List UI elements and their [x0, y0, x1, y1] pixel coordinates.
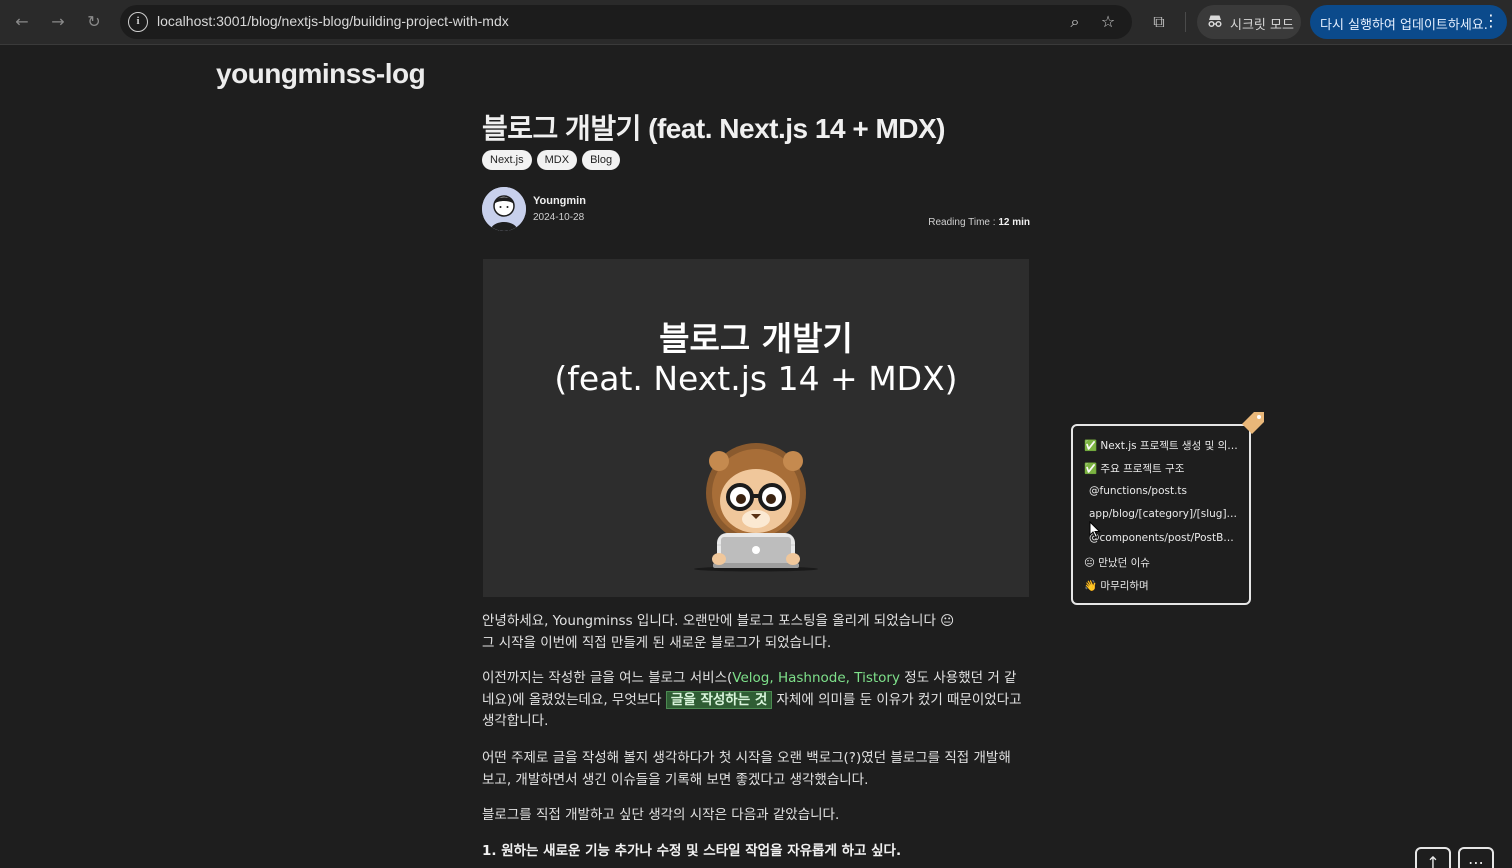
- table-of-contents: ✅ Next.js 프로젝트 생성 및 의존... ✅ 주요 프로젝트 구조 @…: [1071, 424, 1251, 605]
- reading-time-value: 12 min: [998, 217, 1030, 228]
- bookmark-star-icon[interactable]: ☆: [1097, 11, 1119, 33]
- avatar: [482, 187, 526, 231]
- intro-paragraph: 안녕하세요, Youngminss 입니다. 오랜만에 블로그 포스팅을 올리게…: [482, 611, 1027, 654]
- tag-mdx[interactable]: MDX: [536, 150, 578, 170]
- menu-grid-button[interactable]: ⋯: [1458, 847, 1494, 868]
- arrow-up-icon: ↑: [1426, 853, 1440, 868]
- reason-list-item: 1. 원하는 새로운 기능 추가나 수정 및 스타일 작업을 자유롭게 하고 싶…: [482, 843, 902, 859]
- url-text[interactable]: localhost:3001/blog/nextjs-blog/building…: [157, 13, 509, 29]
- zoom-icon[interactable]: ⌕: [1064, 11, 1086, 33]
- reading-time: Reading Time : 12 min: [880, 217, 1030, 228]
- toc-item-project-structure[interactable]: ✅ 주요 프로젝트 구조: [1084, 461, 1244, 476]
- toolbar-divider: [1185, 12, 1186, 32]
- avatar-illustration: [482, 187, 526, 231]
- intro-line-2: 그 시작을 이번에 직접 만들게 된 새로운 블로그가 되었습니다.: [482, 634, 832, 651]
- post-title: 블로그 개발기 (feat. Next.js 14 + MDX): [482, 113, 946, 144]
- incognito-badge[interactable]: 시크릿 모드: [1197, 5, 1301, 39]
- highlighted-phrase: 글을 작성하는 것: [665, 690, 773, 709]
- services-paragraph: 이전까지는 작성한 글을 여느 블로그 서비스(Velog, Hashnode,…: [482, 668, 1027, 733]
- incognito-label: 시크릿 모드: [1230, 18, 1294, 33]
- reload-icon[interactable]: ↻: [82, 10, 106, 34]
- forward-icon[interactable]: →: [46, 10, 70, 34]
- services-list: Velog, Hashnode, Tistory: [732, 670, 900, 686]
- extensions-icon[interactable]: ⧉: [1147, 10, 1171, 34]
- toc-item-post-components[interactable]: @components/post/PostBo...: [1089, 532, 1239, 544]
- cover-image: 블로그 개발기 (feat. Next.js 14 + MDX): [483, 259, 1029, 597]
- browser-toolbar: ← → ↻ i localhost:3001/blog/nextjs-blog/…: [0, 0, 1512, 45]
- post-date: 2024-10-28: [533, 212, 585, 223]
- back-icon[interactable]: ←: [10, 10, 34, 34]
- reading-time-label: Reading Time :: [928, 217, 999, 228]
- motivation-paragraph: 어떤 주제로 글을 작성해 볼지 생각하다가 첫 시작을 오랜 백로그(?)였던…: [482, 750, 1011, 788]
- relaunch-update-button[interactable]: 다시 실행하여 업데이트하세요. ⋮: [1310, 5, 1507, 39]
- cover-title-line2: (feat. Next.js 14 + MDX): [554, 359, 958, 398]
- toc-item-issues[interactable]: 😐 만났던 이슈: [1084, 555, 1244, 570]
- author-name: Youngmin: [533, 195, 586, 207]
- toc-item-closing[interactable]: 👋 마무리하며: [1084, 578, 1244, 593]
- intro-line-1: 안녕하세요, Youngminss 입니다. 오랜만에 블로그 포스팅을 올리게…: [482, 613, 955, 629]
- toc-item-post-functions[interactable]: @functions/post.ts: [1089, 485, 1239, 497]
- browser-menu-icon[interactable]: ⋮: [1483, 11, 1499, 30]
- services-text-pre: 이전까지는 작성한 글을 여느 블로그 서비스(: [482, 670, 733, 686]
- address-bar[interactable]: i localhost:3001/blog/nextjs-blog/buildi…: [120, 5, 1132, 39]
- toc-item-project-setup[interactable]: ✅ Next.js 프로젝트 생성 및 의존...: [1084, 438, 1244, 453]
- incognito-icon: [1208, 15, 1222, 28]
- mouse-pointer-icon: [1089, 521, 1101, 539]
- scroll-to-top-button[interactable]: ↑: [1415, 847, 1451, 868]
- site-title[interactable]: youngminss-log: [216, 58, 426, 90]
- lion-mascot-illustration: [694, 443, 818, 572]
- cover-title: 블로그 개발기 (feat. Next.js 14 + MDX): [483, 319, 1029, 399]
- bookmark-tag-icon: [1242, 412, 1264, 434]
- toc-item-app-route[interactable]: app/blog/[category]/[slug]/...: [1089, 508, 1239, 520]
- tag-blog[interactable]: Blog: [582, 150, 621, 170]
- tag-nextjs[interactable]: Next.js: [482, 150, 532, 170]
- site-info-icon[interactable]: i: [128, 12, 148, 32]
- reason-intro-paragraph: 블로그를 직접 개발하고 싶단 생각의 시작은 다음과 같았습니다.: [482, 807, 840, 823]
- cover-title-line1: 블로그 개발기: [659, 319, 853, 358]
- tag-list: Next.js MDX Blog: [482, 150, 621, 170]
- grid-menu-icon: ⋯: [1468, 853, 1484, 868]
- update-label: 다시 실행하여 업데이트하세요.: [1320, 18, 1488, 33]
